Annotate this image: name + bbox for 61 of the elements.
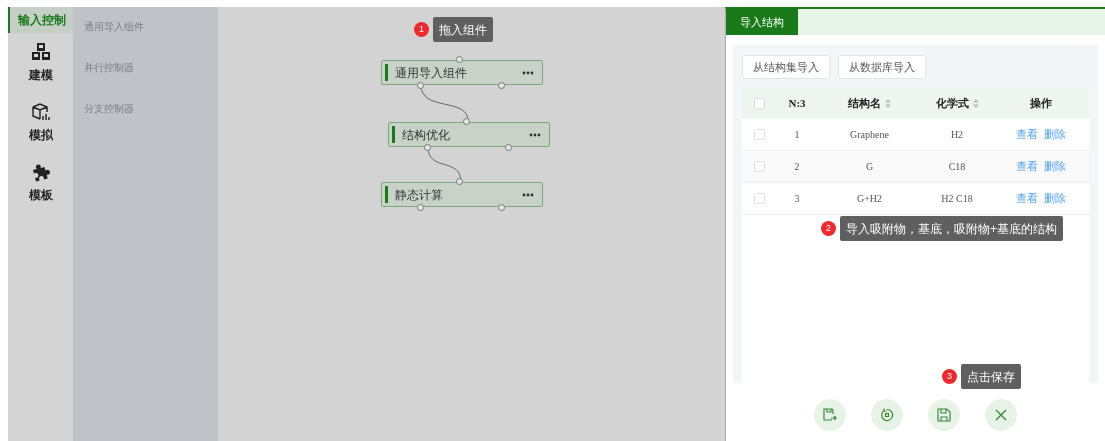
action-link[interactable]: 查看: [1015, 158, 1038, 175]
reset-button[interactable]: [871, 399, 903, 431]
flow-node[interactable]: 结构优化: [388, 122, 550, 147]
puzzle-icon: [30, 162, 51, 182]
more-icon[interactable]: [522, 192, 534, 197]
port[interactable]: [505, 144, 512, 151]
port[interactable]: [498, 204, 505, 211]
action-link[interactable]: 查看: [1015, 190, 1038, 207]
port[interactable]: [498, 82, 505, 89]
column-header: 操作: [1029, 96, 1052, 112]
guide-tooltip: 拖入组件: [433, 17, 493, 42]
flow-node[interactable]: 通用导入组件: [381, 60, 543, 85]
table-cell-text: Graphene: [849, 128, 890, 142]
save-button[interactable]: [928, 399, 960, 431]
flow-node[interactable]: 静态计算: [381, 182, 543, 207]
guide-tooltip: 导入吸附物，基底，吸附物+基底的结构: [840, 216, 1063, 241]
import-button[interactable]: 从结构集导入: [742, 55, 830, 79]
guide-tooltip: 点击保存: [961, 364, 1021, 389]
sort-icon[interactable]: [885, 99, 891, 108]
cubes-icon: [30, 42, 51, 62]
table-cell-text: G: [864, 160, 875, 174]
sort-icon[interactable]: [972, 99, 979, 108]
import-button[interactable]: 从数据库导入: [838, 55, 926, 79]
column-header: N:3: [788, 96, 806, 112]
table-cell-text: C18: [947, 160, 967, 174]
action-link[interactable]: 删除: [1043, 158, 1066, 175]
more-icon[interactable]: [529, 132, 541, 137]
cube-chart-icon: [30, 102, 51, 122]
table-cell-text: 2: [793, 160, 801, 174]
checkbox[interactable]: [754, 129, 765, 140]
checkbox[interactable]: [754, 161, 765, 172]
port[interactable]: [417, 82, 424, 89]
action-link[interactable]: 查看: [1015, 126, 1038, 143]
close-icon: [995, 409, 1007, 421]
nav-tab[interactable]: 建模: [8, 33, 73, 93]
table-cell-text: 1: [793, 128, 801, 142]
column-header[interactable]: 结构名: [848, 95, 881, 112]
panel-tab[interactable]: 导入结构: [726, 9, 798, 35]
nav-tab[interactable]: 输入控制: [8, 7, 73, 33]
port[interactable]: [424, 144, 431, 151]
save-export-icon: [823, 408, 837, 422]
column-header[interactable]: 化学式: [935, 95, 969, 112]
export-button[interactable]: [814, 399, 846, 431]
action-link[interactable]: 删除: [1043, 190, 1066, 207]
checkbox[interactable]: [754, 193, 765, 204]
refresh-icon: [880, 408, 894, 422]
save-icon: [937, 408, 951, 422]
checkbox[interactable]: [754, 98, 765, 109]
nav-tab[interactable]: 模拟: [8, 93, 73, 153]
table-cell-text: 3: [793, 192, 801, 206]
table-cell-text: G+H2: [855, 192, 884, 206]
port[interactable]: [456, 178, 463, 185]
close-button[interactable]: [985, 399, 1017, 431]
port[interactable]: [456, 56, 463, 63]
table-cell-text: H2: [949, 128, 965, 142]
port[interactable]: [417, 204, 424, 211]
port[interactable]: [463, 118, 470, 125]
nav-tab[interactable]: 模板: [8, 153, 73, 213]
action-link[interactable]: 删除: [1043, 126, 1066, 143]
more-icon[interactable]: [522, 70, 534, 75]
table-cell-text: H2 C18: [940, 192, 974, 206]
